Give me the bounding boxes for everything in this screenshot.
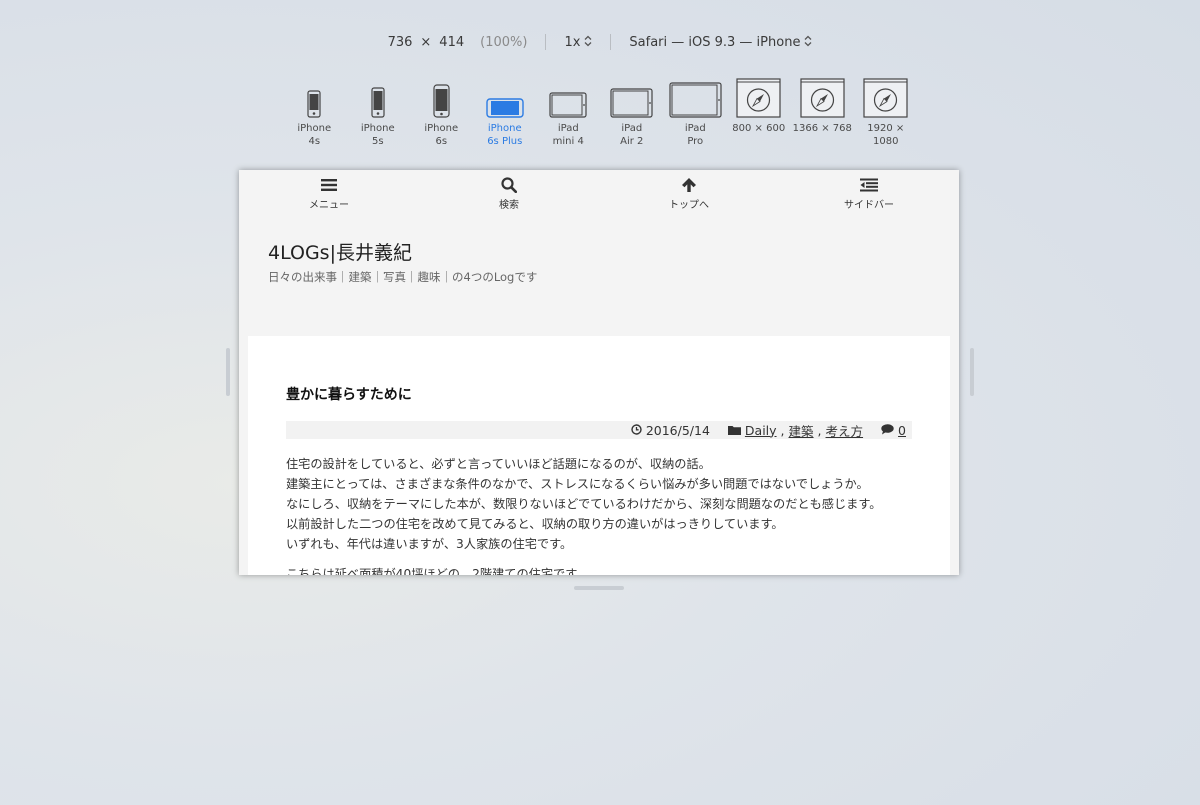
- phone-tall-icon: [433, 84, 450, 118]
- toolbar-divider: [610, 34, 612, 50]
- device-iphone-6s-plus[interactable]: iPhone 6s Plus: [473, 74, 537, 148]
- site-navbar: メニュー 検索 トップへ サイドバー: [239, 170, 959, 214]
- site-description: 日々の出来事｜建築｜写真｜趣味｜の4つのLogです: [268, 270, 538, 284]
- safari-compass-icon: [863, 78, 908, 118]
- updown-chevron-icon: [584, 35, 592, 50]
- folder-icon: [727, 423, 741, 438]
- resize-handle-bottom[interactable]: [574, 586, 624, 590]
- user-agent-selector[interactable]: Safari — iOS 9.3 — iPhone: [629, 35, 812, 50]
- phone-landscape-icon: [486, 98, 524, 118]
- device-preset-list: iPhone 4s iPhone 5s iPhone 6s iPhone 6s …: [0, 74, 1200, 148]
- nav-menu[interactable]: メニュー: [239, 170, 419, 214]
- device-viewport: メニュー 検索 トップへ サイドバー 4LOGs|長井義紀 日々の出来事｜建築｜…: [239, 170, 959, 575]
- tablet-icon: [610, 88, 653, 118]
- device-1920x1080[interactable]: 1920 × 1080: [854, 74, 918, 148]
- responsive-toolbar: 736 × 414 (100%) 1x Safari — iOS 9.3 — i…: [0, 30, 1200, 54]
- post-title[interactable]: 豊かに暮らすために: [286, 384, 412, 404]
- toolbar-divider: [545, 34, 547, 50]
- device-800x600[interactable]: 800 × 600: [727, 74, 791, 148]
- tablet-small-icon: [549, 92, 587, 118]
- phone-small-icon: [307, 90, 321, 118]
- search-icon: [501, 177, 517, 193]
- user-agent-label: Safari — iOS 9.3 — iPhone: [629, 34, 801, 50]
- times-sign: ×: [420, 34, 432, 50]
- scale-selector[interactable]: 1x: [564, 35, 592, 50]
- device-ipad-pro[interactable]: iPad Pro: [664, 74, 728, 148]
- post-line: こちらは延べ面積が40坪ほどの、2階建ての住宅です。: [286, 567, 589, 575]
- sidebar-icon: [860, 177, 878, 193]
- post-body: 住宅の設計をしていると、必ずと言っていいほど話題になるのが、収納の話。 建築主に…: [286, 454, 926, 575]
- safari-compass-icon: [800, 78, 845, 118]
- viewport-dimensions: 736 × 414 (100%): [388, 35, 528, 50]
- post-line: 住宅の設計をしていると、必ずと言っていいほど話題になるのが、収納の話。: [286, 457, 711, 471]
- category-link[interactable]: Daily: [745, 423, 777, 438]
- comment-icon: [881, 423, 894, 438]
- nav-sidebar[interactable]: サイドバー: [779, 170, 959, 214]
- resize-handle-left[interactable]: [226, 348, 230, 396]
- safari-compass-icon: [736, 78, 781, 118]
- site-title[interactable]: 4LOGs|長井義紀: [268, 238, 412, 265]
- phone-icon: [371, 87, 385, 118]
- post-line: なにしろ、収納をテーマにした本が、数限りないほどでているわけだから、深刻な問題な…: [286, 497, 882, 511]
- post-line: 建築主にとっては、さまざまな条件のなかで、ストレスになるくらい悩みが多い問題では…: [286, 477, 869, 491]
- zoom-percent: (100%): [480, 34, 528, 50]
- category-link[interactable]: 考え方: [826, 421, 864, 440]
- arrow-up-icon: [681, 177, 697, 193]
- category-link[interactable]: 建築: [789, 421, 814, 440]
- post-meta: 2016/5/14 Daily, 建築, 考え方 0: [286, 421, 912, 439]
- resize-handle-right[interactable]: [970, 348, 974, 396]
- device-iphone-6s[interactable]: iPhone 6s: [410, 74, 474, 148]
- post-date: 2016/5/14: [645, 422, 710, 438]
- post-line: いずれも、年代は違いますが、3人家族の住宅です。: [286, 537, 573, 551]
- clock-icon: [631, 423, 642, 438]
- post-content: 豊かに暮らすために 2016/5/14 Daily, 建築, 考え方 0 住宅の…: [248, 336, 950, 575]
- viewport-height[interactable]: 414: [439, 35, 464, 50]
- updown-chevron-icon: [804, 35, 812, 50]
- scale-label: 1x: [564, 34, 581, 50]
- device-1366x768[interactable]: 1366 × 768: [791, 74, 855, 148]
- device-iphone-4s[interactable]: iPhone 4s: [283, 74, 347, 148]
- nav-search[interactable]: 検索: [419, 170, 599, 214]
- device-ipad-mini-4[interactable]: iPad mini 4: [537, 74, 601, 148]
- tablet-large-icon: [669, 82, 722, 118]
- nav-top[interactable]: トップへ: [599, 170, 779, 214]
- device-iphone-5s[interactable]: iPhone 5s: [346, 74, 410, 148]
- device-ipad-air-2[interactable]: iPad Air 2: [600, 74, 664, 148]
- comment-count-link[interactable]: 0: [898, 423, 906, 438]
- viewport-width[interactable]: 736: [388, 35, 413, 50]
- post-line: 以前設計した二つの住宅を改めて見てみると、収納の取り方の違いがはっきりしています…: [286, 517, 784, 531]
- menu-icon: [321, 177, 337, 193]
